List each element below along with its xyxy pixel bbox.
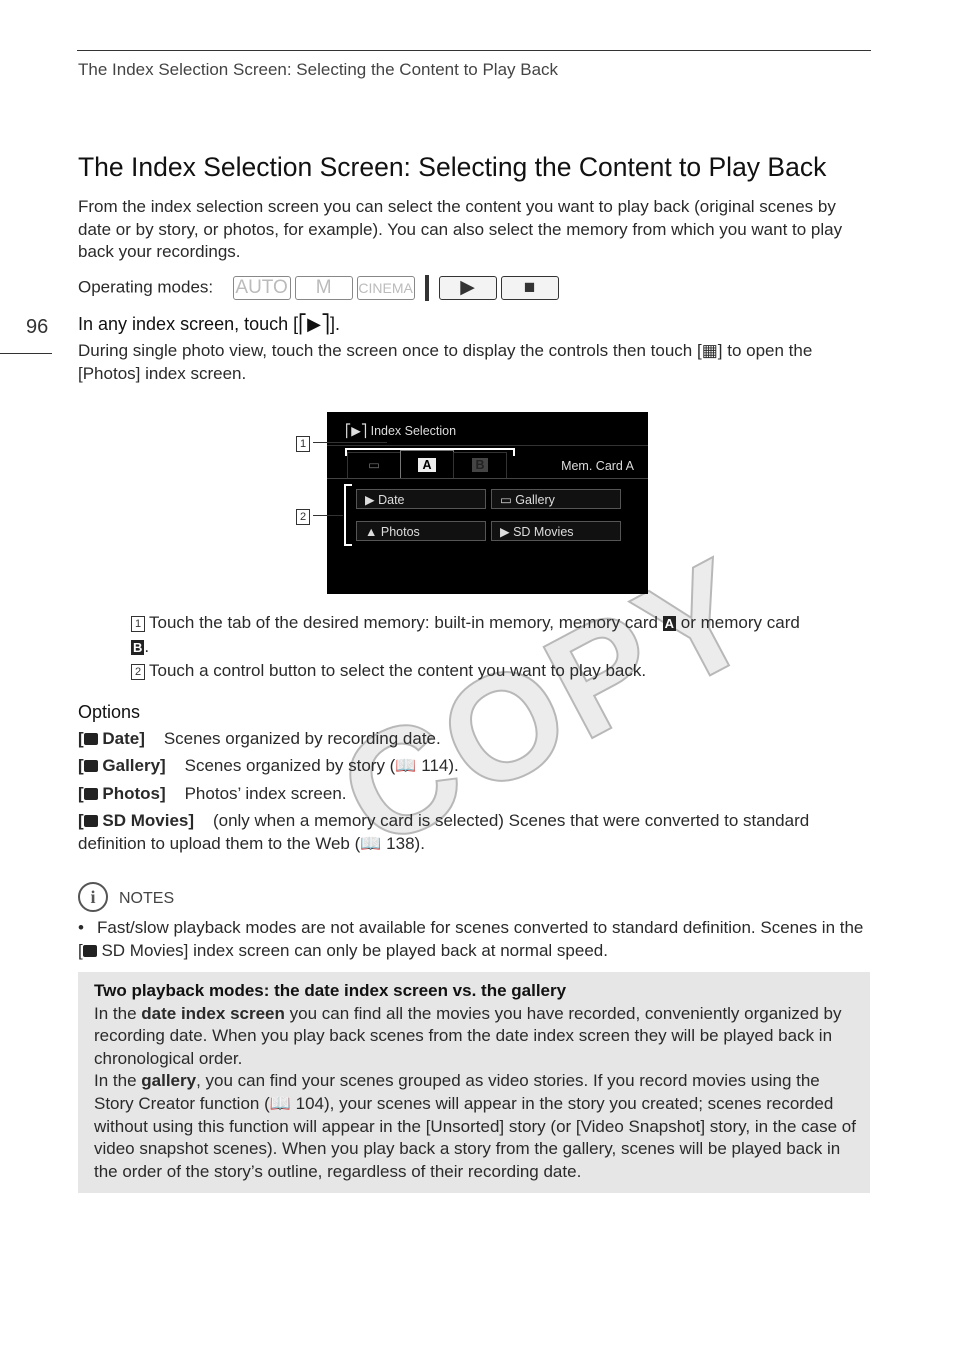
back-index-icon: ⎡▶⎤ — [345, 424, 371, 438]
callout-bracket-1 — [345, 448, 515, 456]
sd-movies-icon — [83, 815, 98, 827]
tab-built-in-memory[interactable]: ▭ — [347, 452, 401, 479]
mode-cinema: CINEMA — [356, 276, 415, 300]
callout-1-marker: 1 — [296, 435, 314, 453]
step-detail: During single photo view, touch the scre… — [78, 341, 813, 383]
index-icon: ⎡▶⎤ — [298, 314, 330, 334]
gallery-button[interactable]: ▭ Gallery — [491, 489, 621, 509]
book-icon: 📖 — [395, 756, 417, 775]
date-button[interactable]: ▶ Date — [356, 489, 486, 509]
page-number: 96 — [26, 316, 49, 338]
info-icon: i — [78, 882, 108, 912]
screen-divider — [327, 445, 648, 446]
card-b-badge: B — [131, 639, 145, 655]
date-icon — [83, 733, 98, 745]
option-gallery: [ Gallery] Scenes organized by story (📖 … — [78, 756, 459, 775]
callout-bracket-2 — [344, 484, 352, 546]
index-selection-screen: ⎡▶⎤ Index Selection ▭ A B Mem. Card A ▶ … — [327, 412, 648, 594]
operating-modes-label: Operating modes: — [78, 277, 214, 297]
callout-1-line — [313, 442, 387, 443]
callout-2-marker: 2 — [296, 508, 314, 526]
mode-divider — [424, 275, 429, 301]
option-photos: [ Photos] Photos’ index screen. — [78, 784, 347, 803]
callout-2-text: 2 Touch a control button to select the co… — [131, 660, 646, 683]
movie-playback-icon: ▶ — [438, 276, 497, 300]
info-box-heading: Two playback modes: the date index scree… — [94, 981, 567, 1000]
intro-paragraph: From the index selection screen you can … — [78, 197, 843, 262]
mode-manual: M — [294, 276, 353, 300]
card-a-badge: A — [662, 616, 677, 631]
options-heading: Options — [78, 702, 141, 722]
page-number-rule — [0, 353, 52, 354]
tab-card-b[interactable]: B — [453, 452, 507, 479]
sd-movies-icon — [82, 944, 97, 957]
photo-playback-icon: ■ — [500, 276, 559, 300]
info-box-paragraph-1: In the date index screen you can find al… — [94, 1003, 842, 1068]
gallery-icon — [83, 760, 98, 772]
running-header: The Index Selection Screen: Selecting th… — [78, 60, 559, 79]
info-box: Two playback modes: the date index scree… — [78, 972, 870, 1193]
book-icon: 📖 — [269, 1093, 291, 1113]
callout-2-line — [313, 515, 343, 516]
manual-page: COPY The Index Selection Screen: Selecti… — [0, 0, 954, 1352]
sd-movies-button[interactable]: ▶ SD Movies — [491, 521, 621, 541]
header-rule — [77, 50, 871, 51]
page-title: The Index Selection Screen: Selecting th… — [78, 152, 827, 182]
screen-title: ⎡▶⎤ Index Selection — [345, 424, 457, 438]
memory-label: Mem. Card A — [561, 459, 634, 473]
photos-button[interactable]: ▲ Photos — [356, 521, 486, 541]
photos-icon — [83, 788, 98, 800]
step-instruction: In any index screen, touch [⎡▶⎤]. — [78, 314, 340, 334]
option-date: [ Date] Scenes organized by recording da… — [78, 729, 441, 748]
book-icon: 📖 — [360, 833, 382, 853]
option-sd-movies: [ SD Movies] (only when a memory card is… — [78, 811, 810, 853]
notes-heading: NOTES — [119, 890, 175, 907]
notes-bullet: • Fast/slow playback modes are not availa… — [78, 918, 864, 960]
screen-divider — [327, 478, 648, 479]
operating-modes: Operating modes: AUTO M CINEMA ▶ ■ — [78, 275, 563, 301]
callout-1-text: 1 Touch the tab of the desired memory: bu… — [131, 613, 800, 656]
mode-auto: AUTO — [232, 276, 291, 300]
info-box-paragraph-2: In the gallery, you can find your scenes… — [94, 1071, 856, 1181]
index-grid-icon: ▦ — [701, 341, 718, 360]
